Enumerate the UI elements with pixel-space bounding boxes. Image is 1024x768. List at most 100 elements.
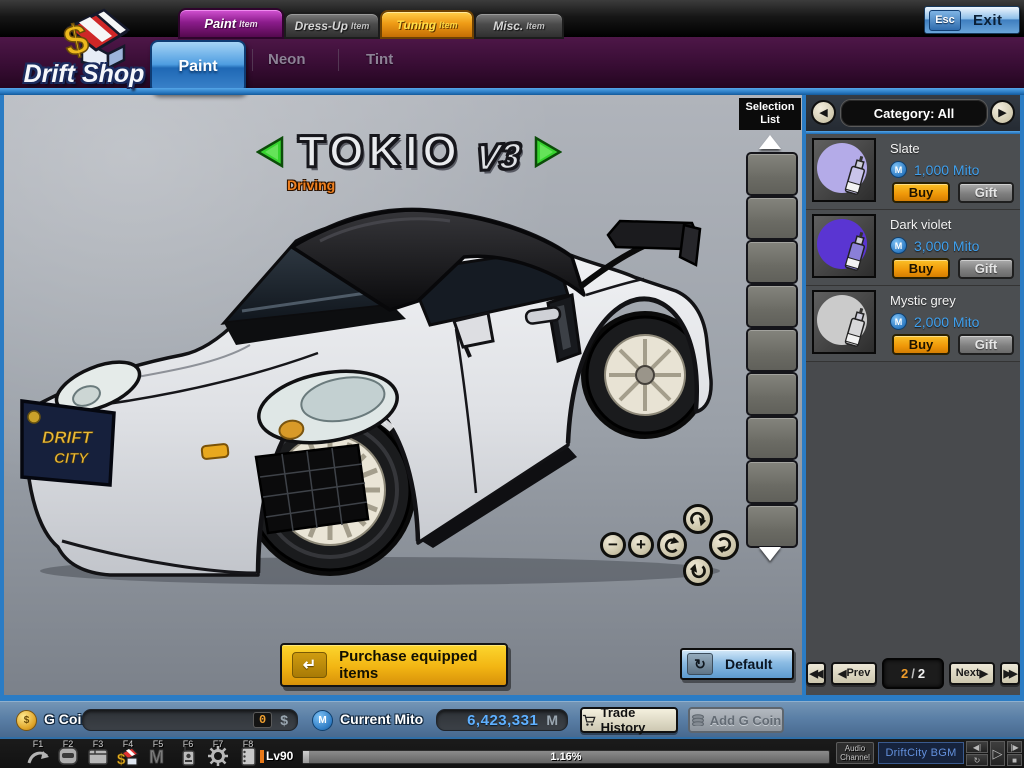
prev-page-button[interactable]: ◀ Prev	[831, 662, 877, 685]
gcoin-value-field: 0 $	[82, 709, 298, 731]
subtab-paint[interactable]: Paint	[150, 40, 246, 94]
media-loop-button[interactable]: ↻	[966, 754, 988, 766]
selection-slot-3[interactable]	[746, 240, 798, 284]
mito-symbol: M	[546, 712, 558, 728]
selection-slot-1[interactable]	[746, 152, 798, 196]
gift-button[interactable]: Gift	[958, 182, 1014, 203]
rotate-right-button[interactable]	[709, 530, 739, 560]
dollar-symbol: $	[280, 712, 288, 728]
tab-dressup-item[interactable]: Dress-Up Item	[284, 12, 380, 39]
add-gcoin-button[interactable]: Add G Coin	[688, 707, 784, 733]
zoom-in-button[interactable]: +	[628, 532, 654, 558]
xp-progress-text: 1.16%	[303, 751, 829, 763]
item-price: 3,000 Mito	[914, 238, 979, 254]
default-button[interactable]: ↻ Default	[680, 648, 794, 680]
last-page-button[interactable]: ▶▶	[1000, 662, 1020, 685]
shop-icon-active[interactable]: $	[116, 745, 140, 767]
tab-tuning-item[interactable]: Tuning Item	[380, 10, 474, 39]
cart-icon	[582, 714, 596, 727]
selection-slot-5[interactable]	[746, 328, 798, 372]
rotate-arrow-icon	[663, 536, 681, 554]
exit-label: Exit	[973, 12, 1003, 29]
level-label: Lv90	[266, 749, 293, 763]
enter-key-icon: ↵	[292, 652, 327, 678]
audio-channel-button[interactable]: Audio Channel	[836, 742, 874, 764]
item-thumbnail	[812, 138, 876, 202]
bgm-display: DriftCity BGM	[878, 742, 964, 764]
buy-button[interactable]: Buy	[892, 182, 950, 203]
shop-item-row-mystic-grey[interactable]: Mystic grey M 2,000 Mito Buy Gift	[806, 286, 1020, 362]
tab-paint-item-label: Paint	[204, 16, 236, 31]
prev-arrow-icon: ◀	[838, 667, 846, 680]
first-page-button[interactable]: ◀◀	[806, 662, 826, 685]
drift-shop-logo: $ Drift Shop	[8, 8, 158, 94]
trade-history-button[interactable]: Trade History	[580, 707, 678, 733]
purchase-equipped-button[interactable]: ↵ Purchase equipped items	[280, 643, 508, 687]
rotate-left-button[interactable]	[657, 530, 687, 560]
plate-text-1: DRIFT	[42, 428, 94, 447]
shop-item-row-dark-violet[interactable]: Dark violet M 3,000 Mito Buy Gift	[806, 210, 1020, 286]
mito-value: 6,423,331	[467, 712, 538, 729]
radio-icon[interactable]	[176, 745, 200, 767]
rotate-down-button[interactable]	[683, 556, 713, 586]
xp-progress-bar: 1.16%	[302, 750, 830, 764]
selection-slot-9[interactable]	[746, 504, 798, 548]
channel-icon[interactable]	[26, 745, 50, 767]
shop-item-row-slate[interactable]: Slate M 1,000 Mito Buy Gift	[806, 134, 1020, 210]
plate-text-2: CITY	[54, 450, 90, 467]
rotate-up-button[interactable]	[683, 504, 713, 534]
side-marker-lamp	[201, 444, 228, 460]
rear-spoiler	[580, 221, 700, 287]
level-marker	[260, 750, 264, 763]
subtab-neon[interactable]: Neon	[268, 51, 306, 68]
category-next-button[interactable]: ▶	[990, 100, 1015, 125]
media-prev-button[interactable]: ◀|	[966, 741, 988, 753]
wallet-bar: $ G Coin 0 $ M Current Mito 6,423,331 M …	[0, 701, 1024, 738]
item-thumbnail	[812, 290, 876, 354]
category-selector[interactable]: Category: All	[840, 99, 988, 127]
vehicle-mode-label: Driving	[287, 177, 335, 193]
gift-button[interactable]: Gift	[958, 334, 1014, 355]
selection-slot-7[interactable]	[746, 416, 798, 460]
selection-scroll-down[interactable]	[759, 547, 781, 561]
tab-dressup-item-label: Dress-Up	[295, 19, 348, 33]
selection-slot-8[interactable]	[746, 460, 798, 504]
avatar-icon[interactable]	[56, 745, 80, 767]
shop-icon: $	[8, 8, 158, 68]
category-bar: ◀ Category: All ▶	[806, 95, 1020, 131]
notebook-icon[interactable]	[236, 745, 260, 767]
selection-scroll-up[interactable]	[759, 135, 781, 149]
zoom-out-button[interactable]: −	[600, 532, 626, 558]
logo-text: Drift Shop	[10, 60, 158, 89]
selection-slot-6[interactable]	[746, 372, 798, 416]
exit-button[interactable]: Esc Exit	[924, 6, 1020, 34]
tab-misc-item[interactable]: Misc. Item	[474, 12, 564, 39]
item-name: Slate	[890, 141, 920, 156]
inventory-icon[interactable]	[86, 745, 110, 767]
esc-key-badge: Esc	[929, 10, 961, 31]
mito-icon[interactable]: M	[146, 745, 170, 767]
mito-coin-icon: M	[890, 237, 907, 254]
selection-slot-4[interactable]	[746, 284, 798, 328]
subtab-tint[interactable]: Tint	[366, 51, 393, 68]
selection-slot-2[interactable]	[746, 196, 798, 240]
media-stop-button[interactable]: ■	[1007, 754, 1022, 766]
prev-vehicle-arrow[interactable]	[256, 136, 284, 168]
default-label: Default	[725, 656, 772, 672]
gift-button[interactable]: Gift	[958, 258, 1014, 279]
media-next-button[interactable]: |▶	[1007, 741, 1022, 753]
category-prev-button[interactable]: ◀	[811, 100, 836, 125]
spray-can-icon	[814, 292, 874, 352]
car-illustration: DRIFT CITY	[20, 195, 720, 585]
tab-paint-item[interactable]: Paint Item	[178, 8, 284, 39]
tab-tuning-item-label: Tuning	[396, 18, 436, 32]
buy-button[interactable]: Buy	[892, 258, 950, 279]
next-vehicle-arrow[interactable]	[534, 136, 562, 168]
mito-value-field: 6,423,331 M	[436, 709, 568, 731]
taskbar: F1 F2 F3 F4 F5 F6 F7 F8 $ M	[0, 737, 1024, 768]
page-indicator: 2 / 2	[882, 658, 943, 689]
next-page-button[interactable]: Next ▶	[949, 662, 995, 685]
buy-button[interactable]: Buy	[892, 334, 950, 355]
media-play-button[interactable]: ▷	[990, 741, 1005, 766]
settings-gear-icon[interactable]	[206, 745, 230, 767]
